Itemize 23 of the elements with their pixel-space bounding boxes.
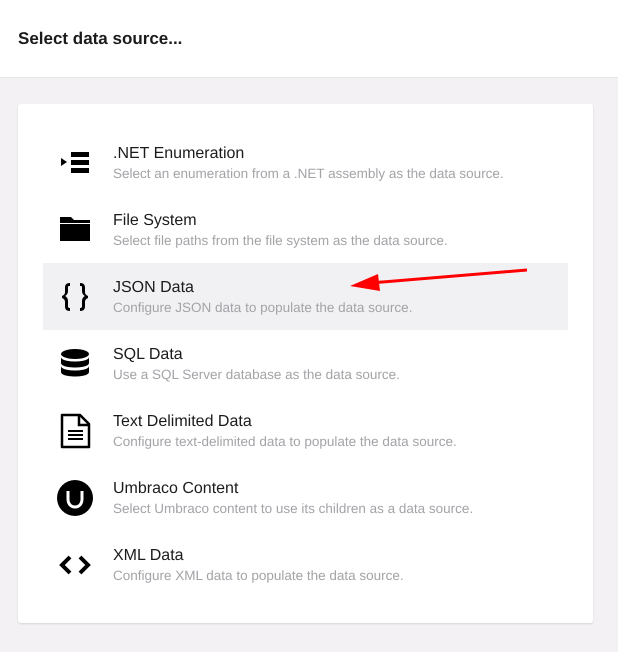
source-item[interactable]: .NET Enumeration Select an enumeration from a .NET assembly as the data source. bbox=[43, 129, 568, 196]
source-item[interactable]: SQL Data Use a SQL Server database as the data source. bbox=[43, 330, 568, 397]
dialog-title: Select data source... bbox=[18, 28, 182, 48]
source-name: Umbraco Content bbox=[113, 480, 240, 498]
source-name: JSON Data bbox=[113, 278, 195, 296]
source-name: XML Data bbox=[113, 546, 185, 564]
source-item[interactable]: Text Delimited Data Configure text-delimited data to populate the data source. bbox=[43, 397, 568, 464]
source-description: Select Umbraco content to use its children as a data source. bbox=[113, 500, 474, 516]
source-name: SQL Data bbox=[113, 346, 184, 364]
source-description: Configure JSON data to populate the data source. bbox=[113, 300, 412, 314]
source-name: .NET Enumeration bbox=[113, 144, 246, 162]
source-description: Select file paths from the file system as the data source. bbox=[113, 232, 448, 248]
source-description: Configure XML data to populate the data source. bbox=[113, 568, 404, 582]
u-logo-icon bbox=[57, 480, 93, 516]
source-item[interactable]: XML Data Configure XML data to populate the data source. bbox=[43, 531, 568, 598]
source-name: File System bbox=[113, 212, 198, 230]
source-item[interactable]: File System Select file paths from the file system as the data source. bbox=[43, 196, 568, 263]
source-description: Configure text-delimited data to populate the data source. bbox=[113, 434, 457, 448]
source-item[interactable]: Umbraco Content Select Umbraco content to use its children as a data source. bbox=[43, 464, 568, 531]
source-description: Use a SQL Server database as the data source. bbox=[113, 366, 400, 382]
source-item[interactable]: JSON Data Configure JSON data to populate the data source. bbox=[43, 263, 568, 330]
source-description: Select an enumeration from a .NET assembly as the data source. bbox=[113, 166, 504, 180]
source-name: Text Delimited Data bbox=[113, 412, 253, 430]
